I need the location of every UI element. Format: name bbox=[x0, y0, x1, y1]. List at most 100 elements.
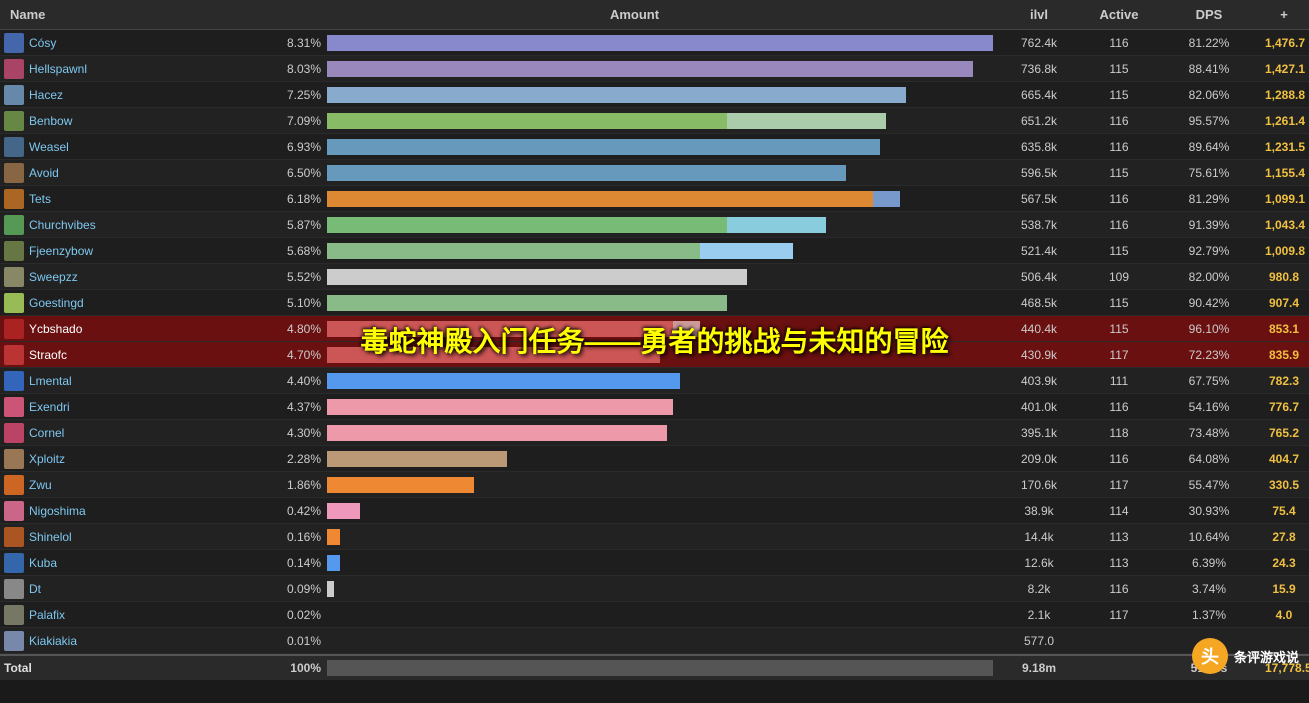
player-avatar bbox=[4, 267, 24, 287]
player-dps: 1,155.4 bbox=[1259, 164, 1309, 182]
player-active: 3.74% bbox=[1159, 580, 1259, 598]
player-name[interactable]: Benbow bbox=[29, 114, 72, 128]
player-name-cell: Straofc bbox=[0, 343, 270, 367]
player-name[interactable]: Shinelol bbox=[29, 530, 72, 544]
player-name-cell: Palafix bbox=[0, 603, 270, 627]
player-dps: 1,261.4 bbox=[1259, 112, 1309, 130]
table-row: Dt 0.09% 8.2k 116 3.74% 15.9 bbox=[0, 576, 1309, 602]
amount-container: 0.09% bbox=[270, 581, 999, 597]
player-active: 96.10% bbox=[1159, 320, 1259, 338]
header-amount[interactable]: Amount bbox=[270, 4, 999, 25]
player-dps: 765.2 bbox=[1259, 424, 1309, 442]
player-active: 92.79% bbox=[1159, 242, 1259, 260]
header-ilvl[interactable]: ilvl bbox=[999, 4, 1079, 25]
player-name[interactable]: Ycbshado bbox=[29, 322, 82, 336]
player-name[interactable]: Hacez bbox=[29, 88, 63, 102]
amount-container: 5.68% bbox=[270, 243, 999, 259]
header-name[interactable]: Name bbox=[0, 4, 270, 25]
player-ilvl: 113 bbox=[1079, 528, 1159, 546]
table-header: Name Amount ilvl Active DPS + bbox=[0, 0, 1309, 30]
player-value: 14.4k bbox=[999, 528, 1079, 546]
player-name[interactable]: Avoid bbox=[29, 166, 59, 180]
player-ilvl: 116 bbox=[1079, 190, 1159, 208]
player-bar bbox=[327, 217, 993, 233]
table-row: Straofc 4.70% 430.9k 117 72.23% 835.9 bbox=[0, 342, 1309, 368]
player-bar bbox=[327, 165, 993, 181]
player-avatar bbox=[4, 33, 24, 53]
player-avatar bbox=[4, 579, 24, 599]
total-ilvl bbox=[1079, 666, 1159, 670]
player-avatar bbox=[4, 397, 24, 417]
player-pct: 6.50% bbox=[276, 166, 321, 180]
player-name-cell: Hellspawnl bbox=[0, 57, 270, 81]
player-name[interactable]: Sweepzz bbox=[29, 270, 78, 284]
player-name[interactable]: Fjeenzybow bbox=[29, 244, 93, 258]
table-row: Weasel 6.93% 635.8k 116 89.64% 1,231.5 bbox=[0, 134, 1309, 160]
player-dps: 24.3 bbox=[1259, 554, 1309, 572]
table-row: Ycbshado 4.80% 440.4k 115 96.10% 853.1 bbox=[0, 316, 1309, 342]
player-active: 91.39% bbox=[1159, 216, 1259, 234]
player-name[interactable]: Dt bbox=[29, 582, 41, 596]
player-value: 2.1k bbox=[999, 606, 1079, 624]
header-dps[interactable]: DPS bbox=[1159, 4, 1259, 25]
player-dps: 782.3 bbox=[1259, 372, 1309, 390]
amount-container: 7.25% bbox=[270, 87, 999, 103]
player-bar bbox=[327, 529, 993, 545]
amount-container: 7.09% bbox=[270, 113, 999, 129]
player-pct: 4.40% bbox=[276, 374, 321, 388]
player-ilvl: 116 bbox=[1079, 580, 1159, 598]
player-ilvl: 117 bbox=[1079, 476, 1159, 494]
watermark-logo: 头 bbox=[1192, 638, 1228, 674]
player-dps: 1,231.5 bbox=[1259, 138, 1309, 156]
player-name[interactable]: Weasel bbox=[29, 140, 69, 154]
table-row: Goestingd 5.10% 468.5k 115 90.42% 907.4 bbox=[0, 290, 1309, 316]
player-name[interactable]: Zwu bbox=[29, 478, 52, 492]
player-name[interactable]: Cósy bbox=[29, 36, 56, 50]
player-name-cell: Cornel bbox=[0, 421, 270, 445]
player-name[interactable]: Cornel bbox=[29, 426, 64, 440]
player-name[interactable]: Tets bbox=[29, 192, 51, 206]
header-plus[interactable]: + bbox=[1259, 4, 1309, 25]
dps-table: 毒蛇神殿入门任务——勇者的挑战与未知的冒险 Name Amount ilvl A… bbox=[0, 0, 1309, 680]
player-name[interactable]: Goestingd bbox=[29, 296, 84, 310]
player-dps: 1,043.4 bbox=[1259, 216, 1309, 234]
player-name[interactable]: Palafix bbox=[29, 608, 65, 622]
player-name[interactable]: Kuba bbox=[29, 556, 57, 570]
player-ilvl: 109 bbox=[1079, 268, 1159, 286]
player-active: 81.29% bbox=[1159, 190, 1259, 208]
player-name[interactable]: Lmental bbox=[29, 374, 72, 388]
player-avatar bbox=[4, 85, 24, 105]
header-active[interactable]: Active bbox=[1079, 4, 1159, 25]
player-pct: 0.14% bbox=[276, 556, 321, 570]
player-value: 635.8k bbox=[999, 138, 1079, 156]
player-pct: 4.70% bbox=[276, 348, 321, 362]
player-name-cell: Churchvibes bbox=[0, 213, 270, 237]
player-pct: 8.03% bbox=[276, 62, 321, 76]
player-pct: 4.30% bbox=[276, 426, 321, 440]
player-name[interactable]: Hellspawnl bbox=[29, 62, 87, 76]
player-active: 81.22% bbox=[1159, 34, 1259, 52]
player-name-cell: Kiakiakia bbox=[0, 629, 270, 653]
player-pct: 0.02% bbox=[276, 608, 321, 622]
player-ilvl: 115 bbox=[1079, 164, 1159, 182]
player-name[interactable]: Exendri bbox=[29, 400, 70, 414]
player-name[interactable]: Churchvibes bbox=[29, 218, 96, 232]
table-row: Cósy 8.31% 762.4k 116 81.22% 1,476.7 bbox=[0, 30, 1309, 56]
table-body: Cósy 8.31% 762.4k 116 81.22% 1,476.7 Hel… bbox=[0, 30, 1309, 654]
player-name[interactable]: Straofc bbox=[29, 348, 67, 362]
player-name-cell: Exendri bbox=[0, 395, 270, 419]
player-name[interactable]: Xploitz bbox=[29, 452, 65, 466]
player-dps: 907.4 bbox=[1259, 294, 1309, 312]
player-value: 468.5k bbox=[999, 294, 1079, 312]
player-name[interactable]: Kiakiakia bbox=[29, 634, 77, 648]
player-active: 82.00% bbox=[1159, 268, 1259, 286]
player-pct: 8.31% bbox=[276, 36, 321, 50]
amount-container: 4.37% bbox=[270, 399, 999, 415]
table-row: Benbow 7.09% 651.2k 116 95.57% 1,261.4 bbox=[0, 108, 1309, 134]
player-ilvl: 111 bbox=[1079, 372, 1159, 390]
player-dps: 853.1 bbox=[1259, 320, 1309, 338]
player-ilvl: 113 bbox=[1079, 554, 1159, 572]
player-pct: 5.10% bbox=[276, 296, 321, 310]
player-name[interactable]: Nigoshima bbox=[29, 504, 86, 518]
player-name-cell: Cósy bbox=[0, 31, 270, 55]
